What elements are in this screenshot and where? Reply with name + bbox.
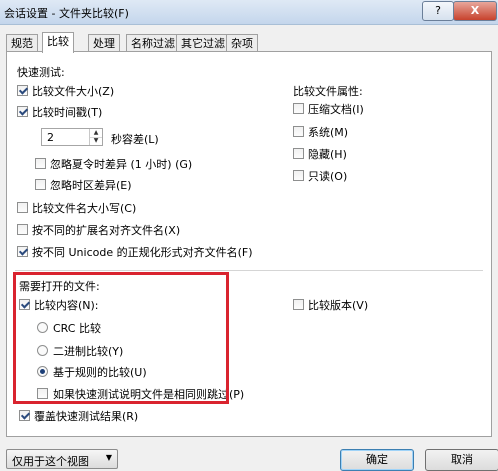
compare-version-label[interactable]: 比较版本(V) [308, 297, 368, 313]
align-unicode-checkbox[interactable] [17, 246, 28, 257]
scope-dropdown-value[interactable]: 仅用于这个视图 [12, 453, 89, 469]
tab-other-filter[interactable]: 其它过滤 [176, 34, 230, 52]
close-button[interactable]: X [453, 1, 497, 21]
ignore-timezone-checkbox[interactable] [35, 179, 46, 190]
compare-case-label[interactable]: 比较文件名大小写(C) [32, 200, 136, 216]
ok-button[interactable]: 确定 [340, 449, 414, 471]
tab-rules[interactable]: 规范 [6, 34, 38, 52]
section-divider [15, 270, 483, 271]
stepper-arrows[interactable]: ▲ ▼ [89, 129, 102, 145]
tab-handling[interactable]: 处理 [88, 34, 120, 52]
tab-misc[interactable]: 杂项 [226, 34, 258, 52]
scope-dropdown[interactable]: 仅用于这个视图 ▼ [6, 449, 118, 469]
chevron-down-icon[interactable]: ▼ [106, 453, 112, 462]
stepper-down-icon[interactable]: ▼ [90, 137, 102, 145]
attributes-header: 比较文件属性: [293, 85, 363, 98]
window-title: 会话设置 - 文件夹比较(F) [4, 7, 129, 20]
quick-test-header: 快速测试: [17, 66, 65, 79]
override-checkbox[interactable] [19, 410, 30, 421]
compare-time-label[interactable]: 比较时间戳(T) [32, 104, 102, 120]
highlight-box [13, 272, 229, 404]
override-label[interactable]: 覆盖快速测试结果(R) [34, 408, 138, 424]
title-bar: 会话设置 - 文件夹比较(F) ? X [0, 0, 498, 25]
compare-time-checkbox[interactable] [17, 106, 28, 117]
help-button[interactable]: ? [422, 1, 454, 21]
tolerance-value[interactable]: 2 [47, 131, 54, 144]
align-ext-checkbox[interactable] [17, 224, 28, 235]
tab-name-filter[interactable]: 名称过滤 [126, 34, 180, 52]
compressed-label[interactable]: 压缩文档(I) [308, 101, 364, 117]
tab-compare[interactable]: 比较 [42, 32, 74, 53]
compare-panel: 快速测试: 比较文件大小(Z) 比较时间戳(T) 2 ▲ ▼ 秒容差(L) 忽略… [6, 51, 492, 437]
hidden-checkbox[interactable] [293, 148, 304, 159]
readonly-label[interactable]: 只读(O) [308, 168, 347, 184]
ignore-dst-checkbox[interactable] [35, 158, 46, 169]
tolerance-label: 秒容差(L) [111, 133, 159, 146]
compressed-checkbox[interactable] [293, 103, 304, 114]
align-unicode-label[interactable]: 按不同 Unicode 的正规化形式对齐文件名(F) [32, 244, 253, 260]
hidden-label[interactable]: 隐藏(H) [308, 146, 347, 162]
cancel-button[interactable]: 取消 [425, 449, 498, 471]
readonly-checkbox[interactable] [293, 170, 304, 181]
system-label[interactable]: 系统(M) [308, 124, 348, 140]
tolerance-stepper[interactable]: 2 ▲ ▼ [41, 128, 103, 146]
ignore-timezone-label[interactable]: 忽略时区差异(E) [50, 177, 132, 193]
ignore-dst-label[interactable]: 忽略夏令时差异 (1 小时) (G) [50, 156, 192, 172]
align-ext-label[interactable]: 按不同的扩展名对齐文件名(X) [32, 222, 180, 238]
compare-size-label[interactable]: 比较文件大小(Z) [32, 83, 114, 99]
system-checkbox[interactable] [293, 126, 304, 137]
compare-case-checkbox[interactable] [17, 202, 28, 213]
compare-size-checkbox[interactable] [17, 85, 28, 96]
compare-version-checkbox[interactable] [293, 299, 304, 310]
